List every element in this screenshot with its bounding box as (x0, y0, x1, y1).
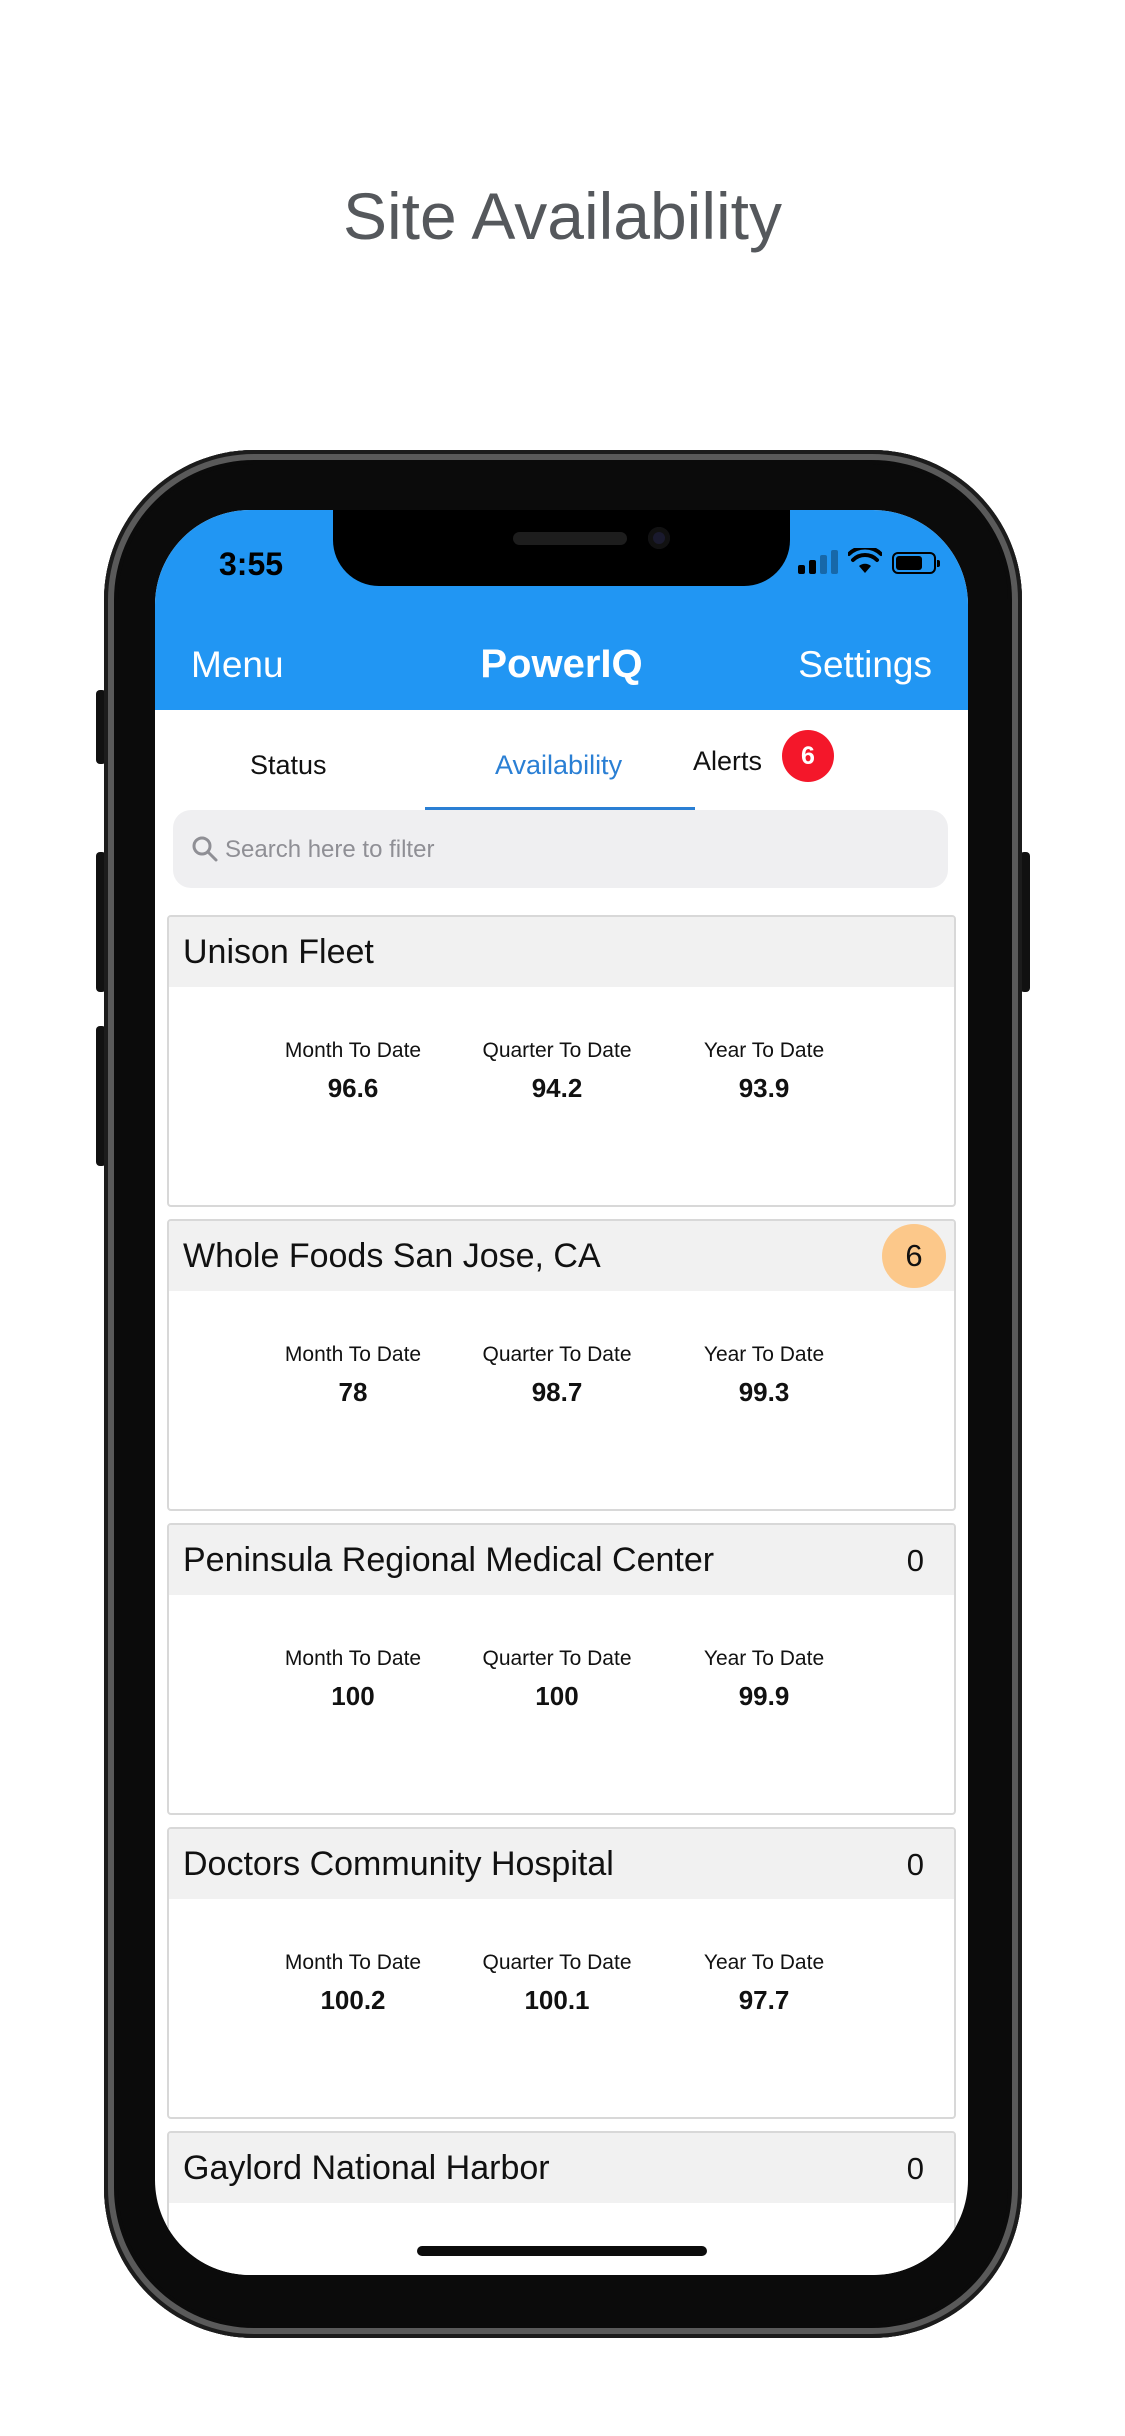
metric-qtd: Quarter To Date 98.7 (457, 1343, 657, 1408)
site-list: Unison Fleet Month To Date 96.6 Quarter … (167, 915, 956, 2275)
status-time: 3:55 (219, 546, 284, 582)
tab-status[interactable]: Status (250, 750, 327, 781)
metric-value: 98.7 (531, 1377, 583, 1407)
metric-label: Quarter To Date (482, 1343, 632, 1366)
metric-label: Quarter To Date (482, 1647, 632, 1670)
metric-value: 94.2 (531, 1073, 583, 1103)
wifi-icon (848, 548, 882, 573)
nav-bar: Menu PowerIQ Settings (155, 622, 968, 710)
site-alert-count: 6 (882, 1224, 946, 1288)
metric-ytd: Year To Date 99.9 (664, 1647, 864, 1712)
metric-value: 99.9 (738, 1681, 790, 1711)
site-card[interactable]: Whole Foods San Jose, CA 6 Month To Date… (167, 1219, 956, 1511)
metric-qtd: Quarter To Date 100.1 (457, 1951, 657, 2016)
metric-mtd: Month To Date 78 (253, 1343, 453, 1408)
metric-value: 100 (331, 1681, 375, 1711)
site-name: Doctors Community Hospital (183, 1845, 614, 1883)
metric-label: Quarter To Date (482, 1039, 632, 1062)
metric-label: Year To Date (703, 1343, 825, 1366)
metric-ytd: Year To Date 93.9 (664, 1039, 864, 1104)
metric-value: 100.2 (320, 1985, 386, 2015)
cellular-signal-icon (798, 548, 838, 574)
metric-mtd: Month To Date 100.2 (253, 1951, 453, 2016)
metric-value: 99.3 (738, 1377, 790, 1407)
metric-value: 78 (338, 1377, 368, 1407)
site-card-header: Doctors Community Hospital 0 (169, 1829, 954, 1899)
search-input[interactable] (223, 810, 927, 890)
phone-screen: 3:55 Menu PowerIQ Settings Status Availa… (155, 510, 968, 2275)
site-card-header: Gaylord National Harbor 0 (169, 2133, 954, 2203)
metric-label: Month To Date (284, 1039, 422, 1062)
site-card-header: Whole Foods San Jose, CA 6 (169, 1221, 954, 1291)
metric-value: 93.9 (738, 1073, 790, 1103)
metric-label: Year To Date (703, 1647, 825, 1670)
site-card-header: Peninsula Regional Medical Center 0 (169, 1525, 954, 1595)
metric-mtd: Month To Date 100 (253, 1647, 453, 1712)
site-card[interactable]: Unison Fleet Month To Date 96.6 Quarter … (167, 915, 956, 1207)
metric-value: 100.1 (524, 1985, 590, 2015)
front-camera (648, 527, 670, 549)
battery-icon (892, 552, 940, 574)
metric-ytd: Year To Date 97.7 (664, 1951, 864, 2016)
alerts-count-badge: 6 (782, 730, 834, 782)
system-icons (798, 548, 940, 574)
speaker-grille (513, 532, 627, 545)
metric-label: Year To Date (703, 1951, 825, 1974)
settings-button[interactable]: Settings (798, 644, 932, 686)
metric-label: Month To Date (284, 1647, 422, 1670)
metric-label: Month To Date (284, 1343, 422, 1366)
metric-qtd: Quarter To Date 100 (457, 1647, 657, 1712)
tab-alerts[interactable]: Alerts (693, 746, 762, 777)
site-name: Whole Foods San Jose, CA (183, 1237, 601, 1275)
site-alert-count: 0 (906, 2151, 924, 2186)
home-indicator[interactable] (417, 2246, 707, 2256)
site-alert-count: 0 (906, 1543, 924, 1578)
metric-qtd: Quarter To Date 94.2 (457, 1039, 657, 1104)
site-name: Gaylord National Harbor (183, 2149, 550, 2187)
metric-value: 100 (535, 1681, 579, 1711)
promo-title: Site Availability (342, 179, 783, 253)
tab-bar: Status Availability Alerts 6 (155, 710, 968, 814)
site-card-header: Unison Fleet (169, 917, 954, 987)
metric-value: 97.7 (738, 1985, 790, 2015)
site-name: Peninsula Regional Medical Center (183, 1541, 715, 1579)
metric-ytd: Year To Date 99.3 (664, 1343, 864, 1408)
site-card[interactable]: Peninsula Regional Medical Center 0 Mont… (167, 1523, 956, 1815)
metric-label: Quarter To Date (482, 1951, 632, 1974)
metric-label: Year To Date (703, 1039, 825, 1062)
search-bar[interactable] (173, 810, 948, 890)
metric-mtd: Month To Date 96.6 (253, 1039, 453, 1104)
site-name: Unison Fleet (183, 933, 374, 971)
search-icon (192, 836, 218, 862)
tab-availability[interactable]: Availability (495, 750, 622, 781)
site-alert-count: 0 (906, 1847, 924, 1882)
notch (333, 510, 790, 586)
site-card[interactable]: Doctors Community Hospital 0 Month To Da… (167, 1827, 956, 2119)
metric-value: 96.6 (327, 1073, 379, 1103)
metric-label: Month To Date (284, 1951, 422, 1974)
